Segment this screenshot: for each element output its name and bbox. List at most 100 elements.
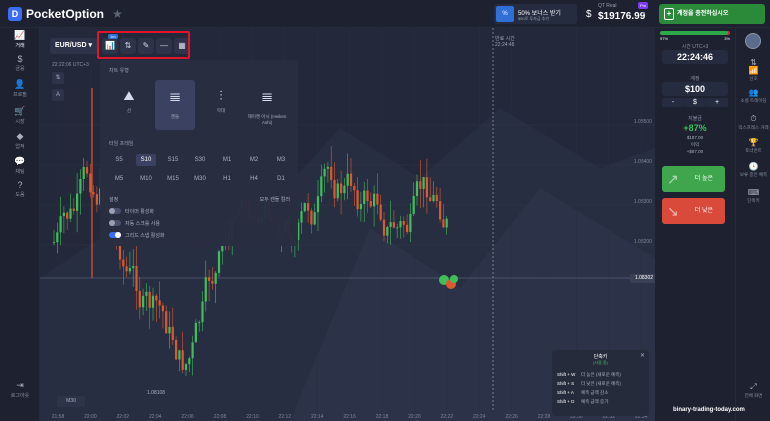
timeframe-option[interactable]: H1 bbox=[217, 173, 237, 185]
low-price-tag: 1.08108 bbox=[147, 390, 166, 396]
timeframe-option[interactable]: M30 bbox=[190, 173, 210, 185]
x-tick-label: 22:28 bbox=[538, 414, 551, 420]
timeframe-option[interactable]: D1 bbox=[271, 173, 291, 185]
plus-button[interactable]: + bbox=[706, 98, 728, 107]
chart-type-option[interactable]: ⛰ 선 bbox=[109, 80, 149, 130]
right-nav-item-2[interactable]: 👥 소셜 트레이딩 bbox=[736, 88, 770, 103]
right-nav-item-4[interactable]: 🏆 토너먼트 bbox=[736, 138, 770, 153]
time-value[interactable]: 22:24:46 bbox=[662, 50, 728, 64]
logo[interactable]: D PocketOption bbox=[8, 7, 104, 21]
sidebar-item-5[interactable]: 💬 채팅 bbox=[0, 156, 40, 175]
candle-body bbox=[95, 194, 98, 205]
candle-body bbox=[62, 212, 65, 217]
diamond-icon: ◆ bbox=[16, 131, 24, 141]
chart-type-option[interactable]: 𝍣 캔들 bbox=[155, 80, 195, 130]
sidebar-item-0[interactable]: 📈 거래 bbox=[0, 30, 40, 49]
chat-icon: 💬 bbox=[14, 156, 26, 166]
candle-body bbox=[406, 224, 409, 233]
timeframe-option[interactable]: S5 bbox=[109, 154, 129, 166]
asset-selector[interactable]: EUR/USD ▾ bbox=[50, 38, 98, 54]
sidebar-item-label: 프로필 bbox=[13, 92, 27, 98]
hotkeys-subtitle: (사용 중) bbox=[593, 360, 608, 365]
chevron-down-icon[interactable]: ▾ bbox=[642, 10, 645, 17]
deposit-button[interactable]: + 계정을 충전하십시오 bbox=[659, 4, 765, 24]
font-icon[interactable]: A bbox=[52, 89, 64, 101]
timeframe-option[interactable]: S10 bbox=[136, 154, 156, 166]
express-icon: ⏱ bbox=[750, 114, 757, 123]
timeframe-option[interactable]: M2 bbox=[244, 154, 264, 166]
timeframe-option[interactable]: M5 bbox=[109, 173, 129, 185]
timeframe-option[interactable]: S30 bbox=[190, 154, 210, 166]
chart-area[interactable]: 1.08500 1.08400 1.08300 1.08200 21:58 22:00 22… bbox=[40, 28, 655, 421]
right-nav-item-5[interactable]: 🕓 보류 중인 예측 bbox=[736, 162, 770, 177]
candle-body bbox=[122, 259, 125, 267]
timeframe-option[interactable]: S15 bbox=[163, 154, 183, 166]
timeframe-tag[interactable]: M30 bbox=[57, 396, 85, 407]
candle-body bbox=[349, 173, 353, 186]
avatar[interactable] bbox=[745, 33, 761, 49]
candle-body bbox=[201, 301, 204, 323]
right-nav-item-6[interactable]: ⌨ 단축키 bbox=[736, 188, 770, 203]
chart-settings-panel: 차트 유형 타임 프레임 설정 모두 캔들 컬러 ⛰ 선 𝍣 캔들 ⫶ 막대 𝍣 헤이켄 아시… bbox=[100, 60, 298, 246]
chart-type-label: 캔들 bbox=[170, 114, 180, 119]
sidebar-item-7[interactable]: ⇥ 로그아웃 bbox=[0, 380, 40, 399]
sidebar-item-label: 로그아웃 bbox=[10, 393, 30, 399]
candle-body bbox=[379, 204, 382, 220]
y-tick-label: 1.08200 bbox=[634, 239, 652, 245]
toggle-switch[interactable] bbox=[109, 208, 121, 214]
buy-higher-button[interactable]: ↗ 더 높은 bbox=[662, 166, 725, 192]
dollar-icon: $ bbox=[17, 54, 23, 64]
candle-body bbox=[175, 339, 178, 360]
chart-type-option[interactable]: 𝍣 헤이켄 아시 (Heiken Ashi) bbox=[247, 80, 287, 130]
minus-button[interactable]: - bbox=[662, 98, 684, 107]
candle-body bbox=[72, 208, 75, 211]
right-nav-item-7[interactable]: ⤢ 전체 화면 bbox=[736, 382, 770, 398]
timeframe-option[interactable]: M3 bbox=[271, 154, 291, 166]
x-tick-label: 22:12 bbox=[279, 414, 292, 420]
candle-body bbox=[429, 197, 432, 202]
y-tick-label: 1.08300 bbox=[634, 199, 652, 205]
timeframe-option[interactable]: M10 bbox=[136, 173, 156, 185]
candle-body bbox=[419, 181, 422, 189]
toggle-switch[interactable] bbox=[109, 220, 121, 226]
expiry-label: 만료 시간 bbox=[495, 36, 515, 42]
sidebar-item-2[interactable]: 👤 프로필 bbox=[0, 79, 40, 98]
sidebar-item-label: 시장 bbox=[15, 119, 25, 125]
y-tick-label: 1.08400 bbox=[634, 159, 652, 165]
payout-label: 지불금 bbox=[688, 116, 702, 122]
right-nav-item-3[interactable]: ⏱ 익스프레스 거래 bbox=[736, 114, 770, 130]
watermark: binary-trading-today.com bbox=[673, 407, 745, 413]
sidebar-item-4[interactable]: ◆ 업적 bbox=[0, 131, 40, 150]
sort-icon[interactable]: ⇅ bbox=[52, 72, 64, 84]
candle-body bbox=[56, 232, 59, 243]
reset-colors-link[interactable]: 모두 캔들 컬러 bbox=[260, 196, 290, 203]
candle-body bbox=[204, 277, 207, 302]
x-tick-label: 22:24 bbox=[473, 414, 486, 420]
hotkey-description: 예측 금액 증가 bbox=[581, 399, 609, 404]
sidebar-item-6[interactable]: ? 도움 bbox=[0, 180, 40, 198]
chart-type-option[interactable]: ⫶ 막대 bbox=[201, 80, 241, 130]
sidebar-item-1[interactable]: $ 금융 bbox=[0, 54, 40, 72]
sell-lower-button[interactable]: ↘ 더 낮은 bbox=[662, 198, 725, 224]
timeframe-option[interactable]: H4 bbox=[244, 173, 264, 185]
amount-value[interactable]: $100 bbox=[662, 82, 728, 96]
favorite-star-icon[interactable]: ★ bbox=[112, 7, 123, 21]
toggle-switch[interactable] bbox=[109, 232, 121, 238]
candle-body bbox=[402, 221, 405, 225]
candle-body bbox=[300, 211, 303, 223]
candle-body bbox=[135, 266, 138, 291]
candle-body bbox=[415, 181, 419, 196]
user-icon: 👤 bbox=[14, 79, 26, 89]
sidebar-item-3[interactable]: 🛒 시장 bbox=[0, 106, 40, 125]
right-nav-item-1[interactable]: 📶 신호 bbox=[736, 66, 770, 81]
hotkey-description: 예측 금액 감소 bbox=[581, 390, 609, 395]
candle-body bbox=[336, 183, 339, 199]
timeframe-option[interactable]: M15 bbox=[163, 173, 183, 185]
currency-button[interactable]: $ bbox=[684, 98, 706, 107]
timeframe-option[interactable]: M1 bbox=[217, 154, 237, 166]
promo-banner[interactable]: % 50% 보너스 받기 $50로 투자금 추가 bbox=[494, 4, 577, 24]
close-icon[interactable]: ✕ bbox=[640, 352, 645, 359]
sentiment-bar bbox=[660, 31, 730, 35]
candle-body bbox=[422, 177, 425, 189]
logo-text: PocketOption bbox=[26, 7, 105, 21]
